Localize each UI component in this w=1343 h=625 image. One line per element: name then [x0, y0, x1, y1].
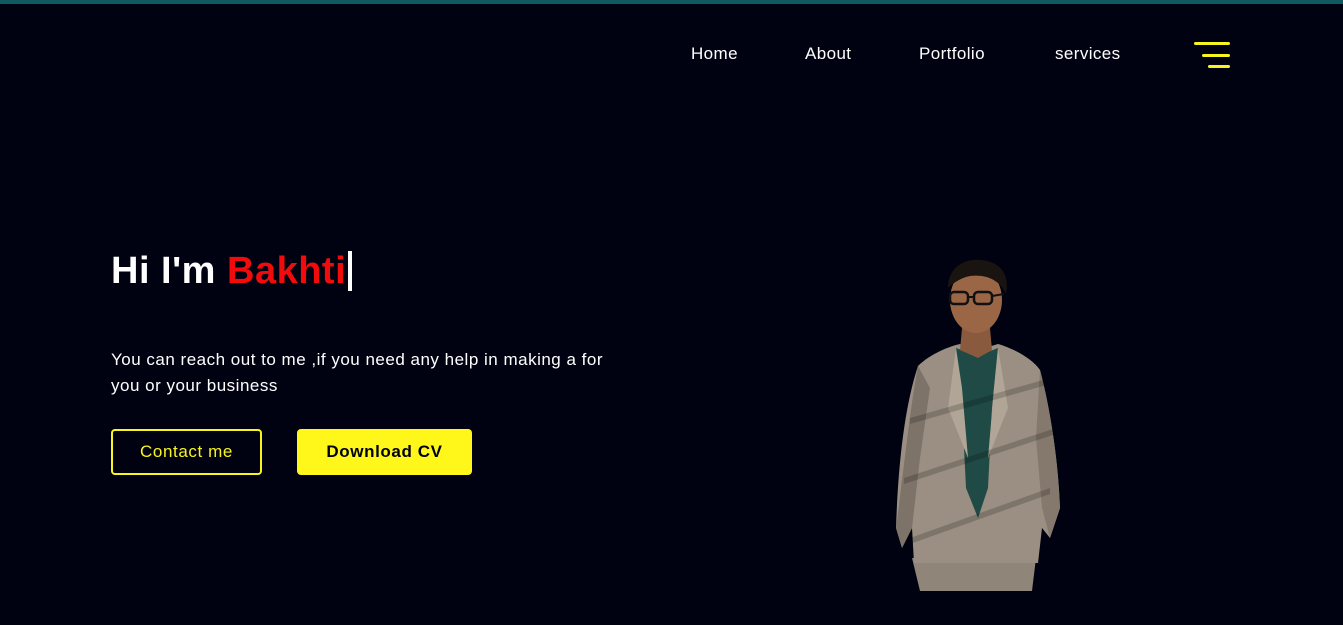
nav-link-services[interactable]: services [1055, 44, 1121, 64]
hero-description: You can reach out to me ,if you need any… [111, 350, 603, 395]
typing-cursor [348, 251, 353, 291]
hero-title: Hi I'm Bakhti [111, 250, 353, 293]
main-navigation: Home About Portfolio services [0, 44, 1343, 66]
hero-name: Bakhti [227, 250, 347, 292]
top-accent-strip [0, 0, 1343, 4]
hamburger-menu-icon[interactable] [1194, 40, 1232, 70]
download-cv-button[interactable]: Download CV [297, 429, 472, 475]
contact-me-button[interactable]: Contact me [111, 429, 262, 475]
profile-portrait-image [896, 259, 1060, 591]
nav-link-portfolio[interactable]: Portfolio [919, 44, 985, 64]
nav-link-about[interactable]: About [805, 44, 851, 64]
hero-greeting: Hi I'm [111, 250, 227, 292]
nav-link-home[interactable]: Home [691, 44, 738, 64]
